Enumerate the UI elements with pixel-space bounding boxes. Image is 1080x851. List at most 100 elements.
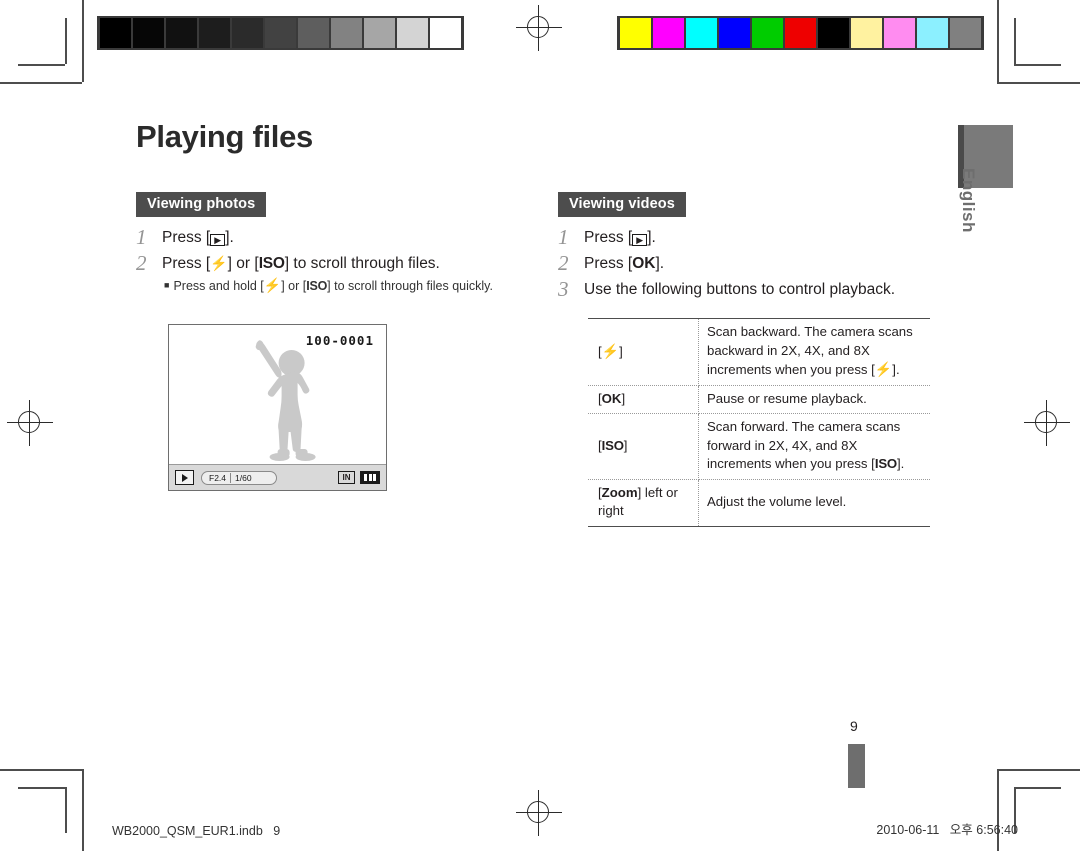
play-icon: ▶: [632, 234, 648, 246]
iso-key-label: ISO: [601, 437, 624, 453]
lcd-exposure-readout: F2.4 1/60: [201, 470, 277, 485]
color-calibration-bar: [617, 16, 984, 50]
language-tab-label: English: [959, 168, 978, 233]
steps-viewing-videos: 1 Press [▶]. 2 Press [OK]. 3 Use the fol…: [558, 226, 958, 304]
section-heading-viewing-photos: Viewing photos: [136, 192, 267, 217]
registration-mark-ring: [527, 801, 549, 823]
registration-mark-left: [7, 400, 53, 446]
flash-icon: ⚡: [263, 277, 282, 293]
footer-timestamp: 2010-06-11 오후 6:56:40: [876, 823, 1018, 837]
crop-mark-bottom-left-inner-vertical: [65, 787, 67, 833]
calibration-patch-5: [265, 18, 296, 48]
calibration-patch-0: [620, 18, 651, 48]
calibration-patch-4: [232, 18, 263, 48]
description-text-suffix: ].: [892, 362, 900, 377]
registration-mark-ring: [1035, 411, 1057, 433]
calibration-patch-10: [430, 18, 461, 48]
play-triangle-icon: [181, 473, 188, 482]
registration-mark-bottom: [516, 790, 562, 836]
crop-mark-top-right-horizontal: [997, 82, 1080, 84]
description-text: Adjust the volume level.: [707, 493, 847, 509]
table-row: [⚡] Scan backward. The camera scans back…: [588, 318, 930, 386]
step-number: 2: [136, 251, 147, 275]
page-title: Playing files: [136, 119, 313, 154]
battery-full-icon: [360, 471, 380, 484]
flash-icon: ⚡: [210, 255, 228, 271]
step-text-suffix: ].: [655, 255, 665, 272]
step-item: 1 Press [▶].: [558, 226, 958, 249]
crop-mark-bottom-right-horizontal: [997, 769, 1080, 771]
crop-mark-top-left-horizontal: [0, 82, 82, 84]
table-cell-key: [ISO]: [588, 413, 699, 480]
description-text: Pause or resume playback.: [707, 390, 867, 406]
table-row: [Zoom] left or right Adjust the volume l…: [588, 479, 930, 527]
sub-note-mid: ] or [: [281, 279, 307, 293]
person-silhouette-illustration: [255, 340, 316, 461]
step-text-mid: ] or [: [227, 255, 259, 272]
ok-key-label: OK: [601, 390, 622, 406]
bullet-icon: ■: [164, 280, 170, 290]
steps-viewing-photos: 1 Press [▶]. 2 Press [⚡] or [ISO] to scr…: [136, 226, 536, 298]
footer-filename: WB2000_QSM_EUR1.indb 9: [112, 824, 281, 838]
step-item: 3 Use the following buttons to control p…: [558, 278, 958, 301]
page-number: 9: [850, 718, 858, 734]
crop-mark-bottom-left-horizontal: [0, 769, 82, 771]
table-cell-key: [Zoom] left or right: [588, 479, 699, 527]
table-cell-key: [⚡]: [588, 318, 699, 386]
calibration-patch-5: [785, 18, 816, 48]
registration-mark-ring: [18, 411, 40, 433]
step-number: 1: [558, 225, 569, 249]
step-number: 3: [558, 277, 569, 301]
crop-mark-top-right-vertical: [997, 0, 999, 82]
grayscale-calibration-bar: [97, 16, 464, 50]
lcd-shutter-value: 1/60: [235, 472, 252, 483]
play-icon: [175, 470, 194, 485]
calibration-patch-2: [166, 18, 197, 48]
section-heading-viewing-videos: Viewing videos: [558, 192, 686, 217]
ok-key-label: OK: [632, 255, 656, 272]
table-row: [OK] Pause or resume playback.: [588, 385, 930, 414]
play-icon: ▶: [210, 234, 226, 246]
calibration-patch-8: [364, 18, 395, 48]
calibration-patch-6: [298, 18, 329, 48]
step-text: Press [OK].: [584, 252, 958, 275]
step-number: 1: [136, 225, 147, 249]
sub-note-prefix: Press and hold [: [173, 279, 264, 293]
step-item: 2 Press [⚡] or [ISO] to scroll through f…: [136, 252, 536, 295]
table-cell-description: Pause or resume playback.: [698, 385, 930, 414]
bracket-close: ]: [623, 437, 628, 453]
table-cell-description: Scan backward. The camera scans backward…: [698, 318, 930, 386]
page-number-bar: [848, 744, 865, 788]
zoom-key-label: Zoom: [601, 484, 638, 500]
calibration-patch-3: [719, 18, 750, 48]
calibration-patch-7: [331, 18, 362, 48]
calibration-patch-6: [818, 18, 849, 48]
calibration-patch-2: [686, 18, 717, 48]
step-text: Press [▶].: [584, 226, 958, 249]
calibration-patch-4: [752, 18, 783, 48]
crop-mark-top-right-inner-horizontal: [1014, 64, 1061, 66]
step-sub-note: ■ Press and hold [⚡] or [ISO] to scroll t…: [162, 277, 536, 295]
calibration-patch-10: [950, 18, 981, 48]
step-text-prefix: Press [: [162, 255, 211, 272]
table-row: [ISO] Scan forward. The camera scans for…: [588, 413, 930, 480]
playback-controls-table: [⚡] Scan backward. The camera scans back…: [588, 318, 930, 527]
calibration-patch-3: [199, 18, 230, 48]
crop-mark-top-right-inner-vertical: [1014, 18, 1016, 64]
step-number: 2: [558, 251, 569, 275]
calibration-patch-9: [917, 18, 948, 48]
crop-mark-bottom-left-vertical: [82, 769, 84, 851]
registration-mark-right: [1024, 400, 1070, 446]
lcd-aperture-value: F2.4: [205, 472, 232, 483]
step-text: Press [⚡] or [ISO] to scroll through fil…: [162, 252, 536, 295]
lcd-status-bar: F2.4 1/60 IN: [169, 464, 386, 490]
internal-memory-icon: IN: [338, 471, 355, 484]
flash-icon: ⚡: [601, 342, 620, 359]
calibration-patch-8: [884, 18, 915, 48]
iso-key-label: ISO: [306, 279, 328, 293]
step-text: Use the following buttons to control pla…: [584, 281, 896, 298]
flash-icon: ⚡: [874, 361, 893, 377]
iso-key-label: ISO: [874, 456, 897, 471]
bracket-close: ]: [621, 390, 626, 406]
calibration-patch-1: [133, 18, 164, 48]
